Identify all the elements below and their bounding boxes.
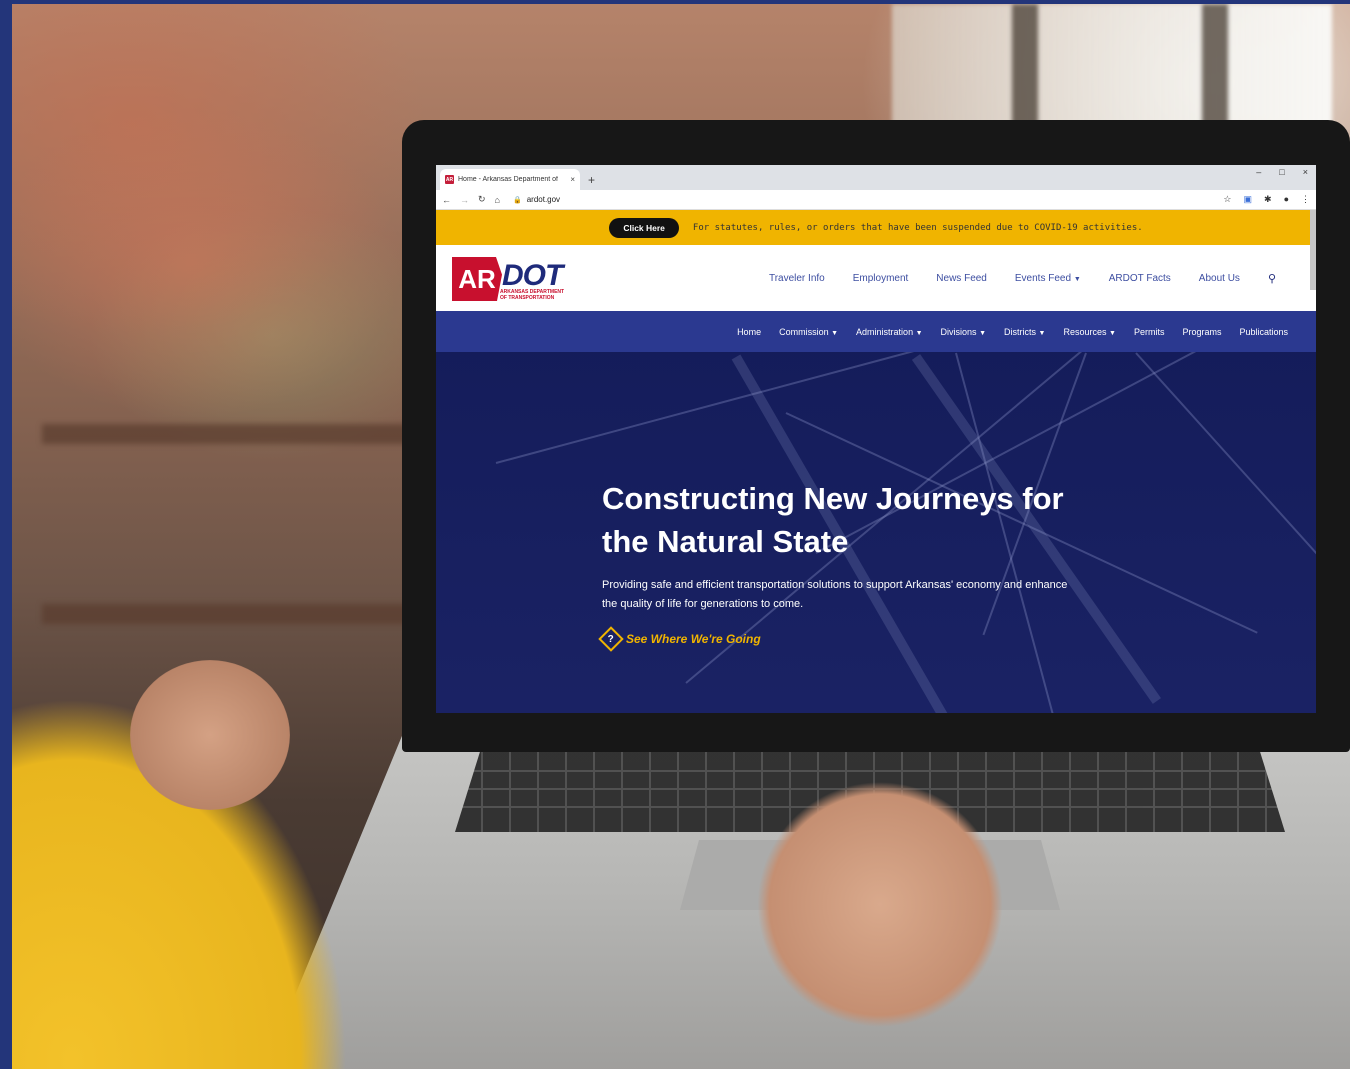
hero-subtitle: Providing safe and efficient transportat… — [602, 579, 1068, 610]
minimize-icon[interactable]: – — [1256, 167, 1261, 177]
ardot-logo[interactable]: AR DOT ARKANSAS DEPARTMENT OF TRANSPORTA… — [452, 253, 587, 303]
tab-title: Home - Arkansas Department of — [458, 176, 558, 183]
home-icon[interactable]: ⌂ — [495, 195, 500, 205]
logo-ar: AR — [452, 257, 502, 301]
click-here-button[interactable]: Click Here — [609, 217, 679, 238]
toolbar-right: ☆ ▣ ✱ ● ⋮ — [1223, 194, 1310, 205]
logo-subtitle: ARKANSAS DEPARTMENT OF TRANSPORTATION — [500, 289, 565, 301]
address-bar[interactable]: 🔒 ardot.gov — [513, 195, 560, 204]
bookmark-star-icon[interactable]: ☆ — [1223, 194, 1231, 205]
mainnav-permits[interactable]: Permits — [1134, 327, 1165, 337]
window-controls: – □ × — [1256, 167, 1308, 177]
reload-icon[interactable]: ↻ — [478, 194, 486, 205]
topnav-ardot-facts[interactable]: ARDOT Facts — [1109, 273, 1171, 284]
close-window-icon[interactable]: × — [1303, 167, 1308, 177]
bridge-cable — [1135, 352, 1316, 637]
puzzle-icon[interactable]: ✱ — [1264, 194, 1272, 205]
maximize-icon[interactable]: □ — [1279, 167, 1284, 177]
mainnav-publications[interactable]: Publications — [1239, 327, 1288, 337]
browser-tab[interactable]: AR Home - Arkansas Department of × — [440, 169, 580, 190]
alert-text: For statutes, rules, or orders that have… — [692, 222, 1143, 233]
browser-tabbar: AR Home - Arkansas Department of × + – □… — [436, 165, 1316, 190]
chevron-down-icon: ▼ — [1038, 329, 1046, 337]
topnav-about-us[interactable]: About Us — [1199, 273, 1240, 284]
left-hand — [130, 660, 290, 810]
shelf — [42, 424, 422, 444]
mainnav-programs[interactable]: Programs — [1182, 327, 1221, 337]
chevron-down-icon: ▼ — [1073, 275, 1081, 283]
site-header: AR DOT ARKANSAS DEPARTMENT OF TRANSPORTA… — [436, 245, 1316, 311]
page-scrollbar[interactable] — [1310, 210, 1316, 290]
topnav-news-feed[interactable]: News Feed — [936, 273, 987, 284]
forward-arrow-icon[interactable]: → — [460, 195, 469, 205]
chevron-down-icon: ▼ — [979, 329, 986, 337]
top-nav: Traveler Info Employment News Feed Event… — [769, 272, 1276, 285]
hero-title: Constructing New Journeys for the Natura… — [602, 481, 1064, 559]
see-where-were-going-link[interactable]: ? See Where We're Going — [598, 626, 761, 652]
mainnav-commission[interactable]: Commission ▼ — [779, 327, 838, 337]
question-diamond-icon: ? — [598, 626, 624, 652]
mainnav-home[interactable]: Home — [737, 327, 761, 337]
lock-icon: 🔒 — [512, 196, 522, 204]
close-tab-icon[interactable]: × — [570, 175, 575, 184]
mainnav-districts[interactable]: Districts ▼ — [1004, 327, 1045, 337]
mainnav-resources[interactable]: Resources ▼ — [1063, 327, 1115, 337]
topnav-events-feed[interactable]: Events Feed ▼ — [1015, 273, 1081, 284]
hero-banner: Constructing New Journeys for the Natura… — [436, 352, 1316, 713]
ardot-favicon-icon: AR — [445, 175, 454, 184]
covid-alert-bar: Click Here For statutes, rules, or order… — [436, 210, 1316, 245]
url-text: ardot.gov — [526, 195, 561, 204]
back-arrow-icon[interactable]: ← — [442, 195, 451, 205]
laptop-screen: AR Home - Arkansas Department of × + – □… — [436, 165, 1316, 713]
cta-label: See Where We're Going — [626, 632, 761, 646]
chevron-down-icon: ▼ — [1109, 329, 1116, 337]
profile-icon[interactable]: ● — [1284, 194, 1289, 205]
main-nav: Home Commission ▼ Administration ▼ Divis… — [436, 311, 1316, 352]
menu-kebab-icon[interactable]: ⋮ — [1301, 194, 1310, 205]
new-tab-icon[interactable]: + — [588, 173, 595, 187]
mainnav-administration[interactable]: Administration ▼ — [856, 327, 922, 337]
chevron-down-icon: ▼ — [831, 329, 839, 337]
mainnav-divisions[interactable]: Divisions ▼ — [941, 327, 986, 337]
extension-icon[interactable]: ▣ — [1244, 194, 1253, 205]
topnav-employment[interactable]: Employment — [853, 273, 909, 284]
chevron-down-icon: ▼ — [915, 329, 923, 337]
search-icon[interactable]: ⚲ — [1268, 272, 1276, 285]
browser-toolbar: ← → ↻ ⌂ 🔒 ardot.gov ☆ ▣ ✱ ● ⋮ — [436, 190, 1316, 210]
topnav-traveler-info[interactable]: Traveler Info — [769, 273, 825, 284]
logo-dot: DOT — [502, 259, 563, 292]
right-hand — [700, 740, 1060, 1069]
